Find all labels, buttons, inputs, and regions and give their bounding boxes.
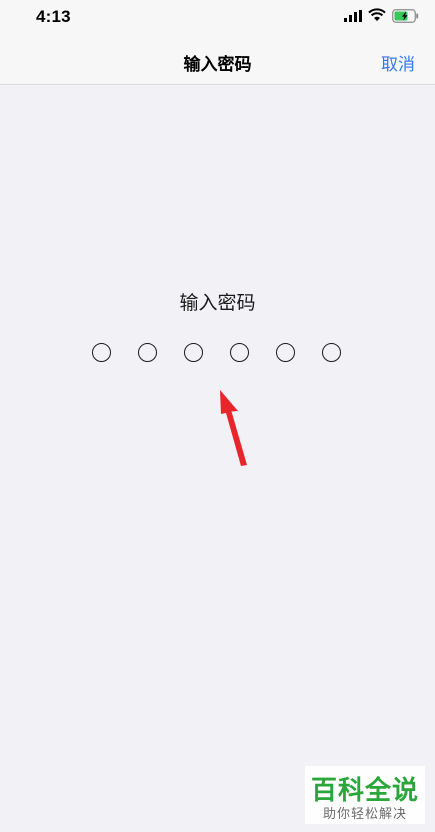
- passcode-dots[interactable]: [92, 343, 344, 365]
- passcode-dot: [276, 343, 295, 362]
- passcode-dot: [184, 343, 203, 362]
- watermark-subtitle: 助你轻松解决: [322, 806, 407, 821]
- watermark: 百科全说 助你轻松解决: [305, 766, 425, 824]
- nav-bar: 输入密码 取消: [0, 36, 435, 85]
- watermark-title: 百科全说: [310, 775, 419, 805]
- passcode-dot: [322, 343, 341, 362]
- nav-title: 输入密码: [183, 55, 252, 74]
- battery-charging-icon: [392, 9, 419, 23]
- passcode-prompt: 输入密码: [179, 293, 256, 314]
- status-time: 4:13: [36, 7, 71, 26]
- wifi-icon: [368, 8, 386, 21]
- passcode-dot: [92, 343, 111, 362]
- passcode-dot: [138, 343, 157, 362]
- red-arrow-icon: [220, 390, 247, 466]
- cellular-signal-icon: [344, 10, 362, 22]
- status-bar: 4:13: [0, 0, 435, 36]
- passcode-dot: [230, 343, 249, 362]
- cancel-button[interactable]: 取消: [381, 50, 415, 75]
